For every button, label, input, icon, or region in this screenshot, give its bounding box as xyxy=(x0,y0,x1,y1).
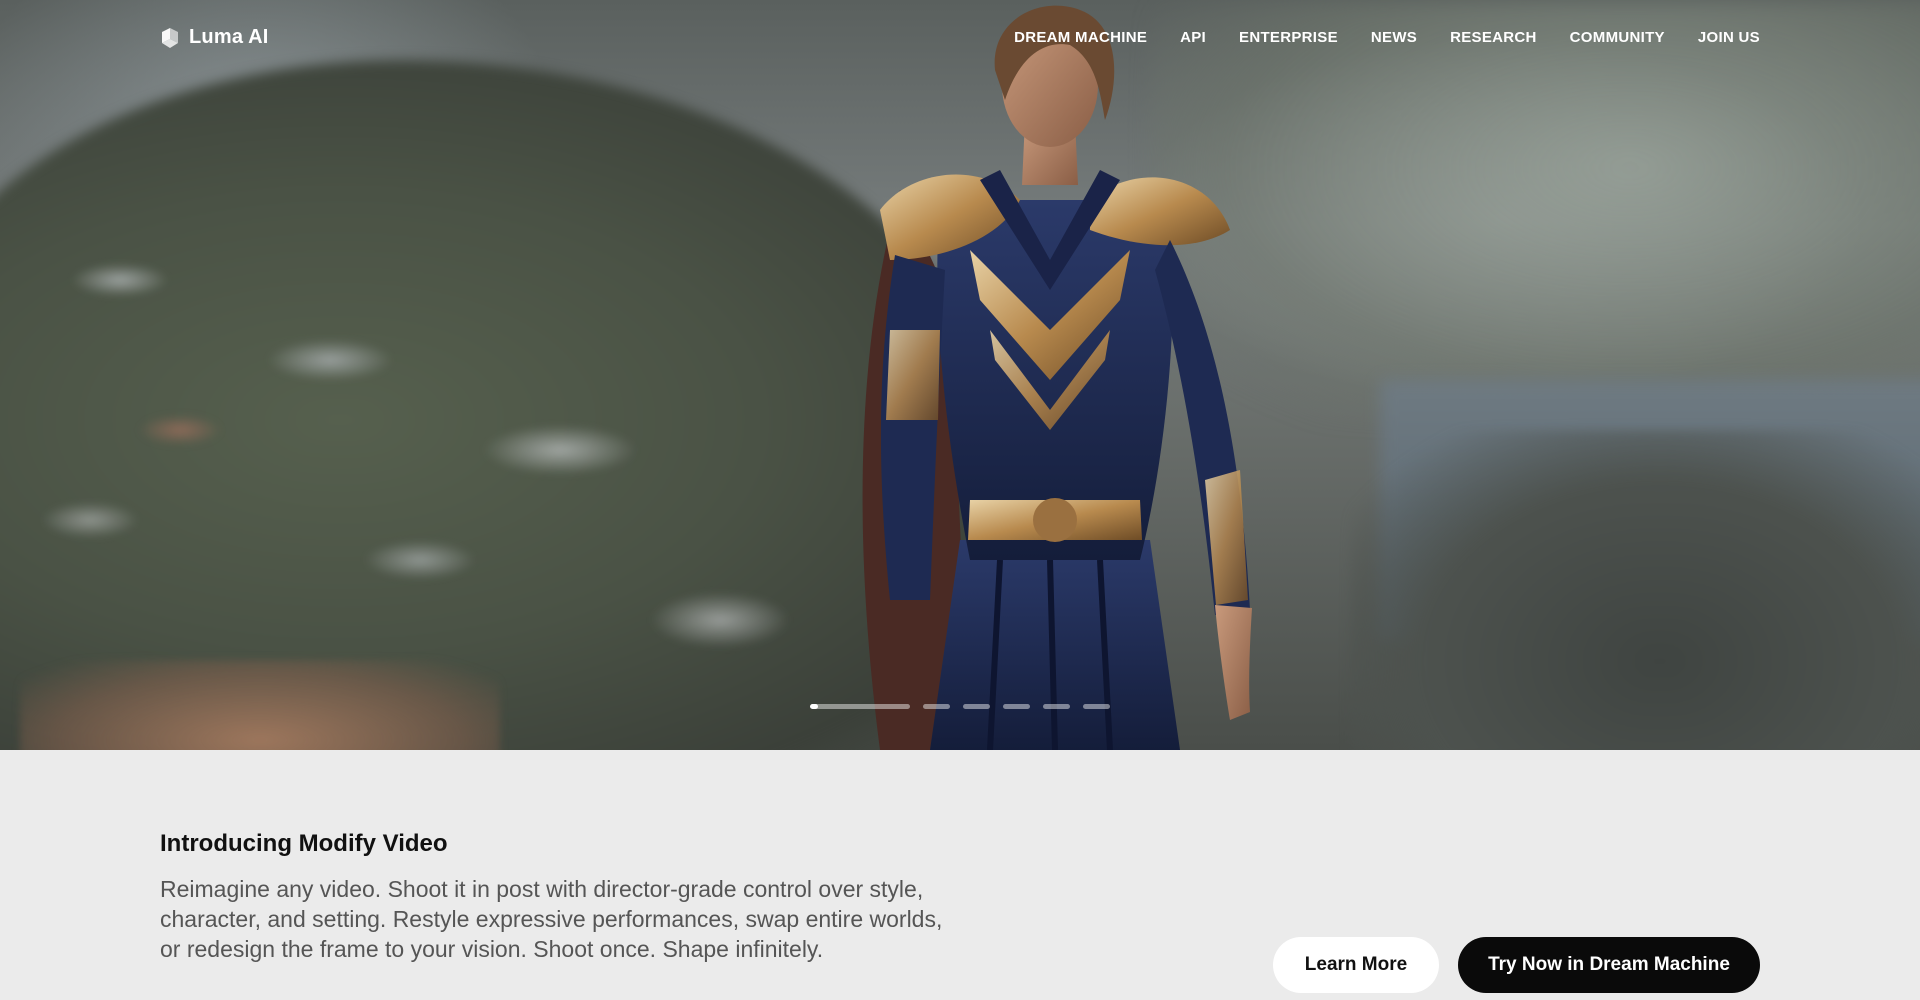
carousel-dot[interactable] xyxy=(1003,704,1030,709)
learn-more-button[interactable]: Learn More xyxy=(1273,937,1439,993)
brand-name: Luma AI xyxy=(189,26,269,48)
armored-hero-figure xyxy=(862,5,1252,750)
feature-title: Introducing Modify Video xyxy=(160,830,448,857)
try-now-button[interactable]: Try Now in Dream Machine xyxy=(1458,937,1760,993)
carousel-indicators xyxy=(810,704,1110,709)
carousel-dot-active[interactable] xyxy=(810,704,910,709)
nav-join-us[interactable]: JOIN US xyxy=(1698,29,1760,46)
nav-enterprise[interactable]: ENTERPRISE xyxy=(1239,29,1338,46)
background-town xyxy=(0,100,900,720)
hero-video[interactable]: Luma AI DREAM MACHINE API ENTERPRISE NEW… xyxy=(0,0,1920,750)
carousel-dot[interactable] xyxy=(1043,704,1070,709)
feature-description: Reimagine any video. Shoot it in post wi… xyxy=(160,876,943,962)
nav-community[interactable]: COMMUNITY xyxy=(1570,29,1665,46)
carousel-dot[interactable] xyxy=(963,704,990,709)
primary-nav: DREAM MACHINE API ENTERPRISE NEWS RESEAR… xyxy=(1014,29,1760,46)
brand-logo[interactable]: Luma AI xyxy=(160,26,269,49)
nav-news[interactable]: NEWS xyxy=(1371,29,1417,46)
top-navbar: Luma AI DREAM MACHINE API ENTERPRISE NEW… xyxy=(0,0,1920,80)
carousel-progress xyxy=(810,704,818,709)
carousel-dot[interactable] xyxy=(923,704,950,709)
nav-dream-machine[interactable]: DREAM MACHINE xyxy=(1014,29,1147,46)
background-cliff xyxy=(1350,430,1920,750)
nav-api[interactable]: API xyxy=(1180,29,1206,46)
nav-research[interactable]: RESEARCH xyxy=(1450,29,1537,46)
feature-section: Introducing Modify Video Reimagine any v… xyxy=(0,750,1920,1000)
foreground-rocks xyxy=(20,660,500,750)
luma-logo-icon xyxy=(162,27,178,48)
carousel-dot[interactable] xyxy=(1083,704,1110,709)
